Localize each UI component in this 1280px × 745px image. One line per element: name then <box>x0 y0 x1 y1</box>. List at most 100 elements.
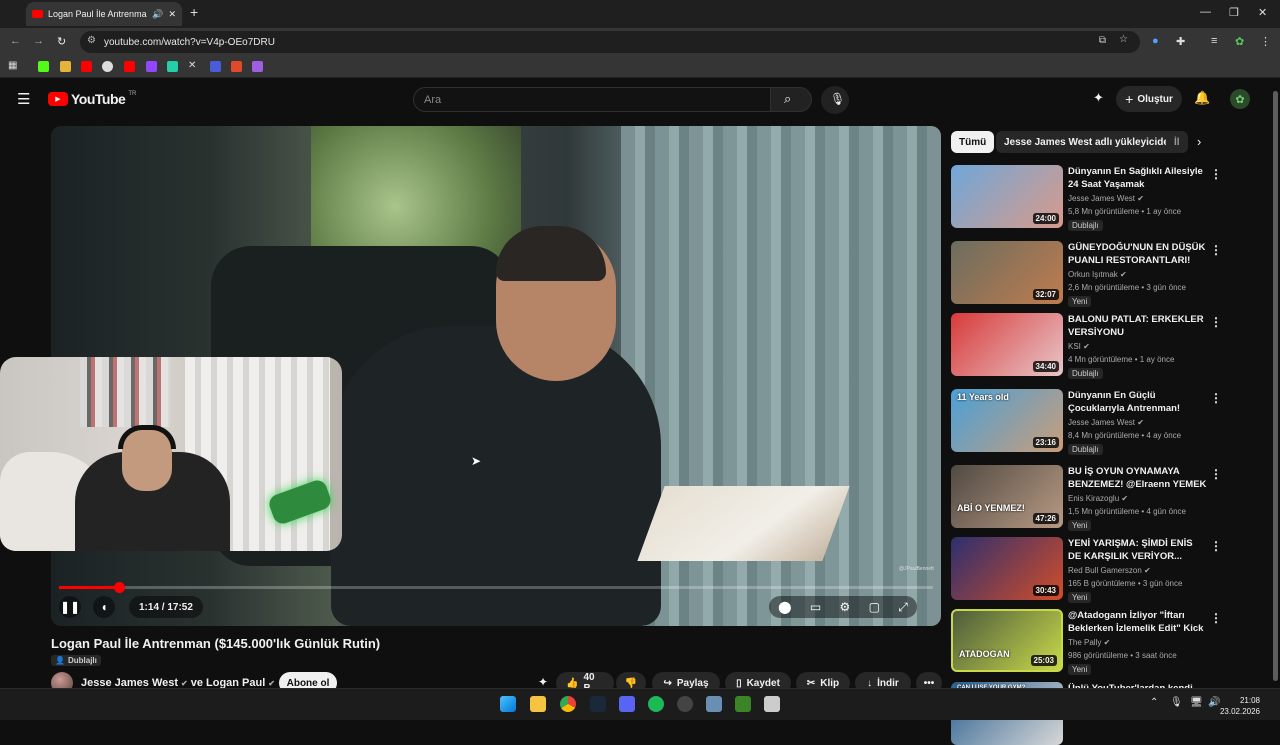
recommendation-thumbnail[interactable]: 11 Years old 23:16 <box>951 389 1063 452</box>
network-icon[interactable]: 🖥 <box>1190 697 1203 708</box>
media-control-icon[interactable]: ≡ <box>1211 35 1217 47</box>
forward-icon[interactable]: → <box>33 35 44 47</box>
more-options-icon[interactable]: ⋮ <box>1210 167 1222 181</box>
recommendation-channel[interactable]: The Pally ✔ <box>1068 638 1110 647</box>
bookmark-icon[interactable] <box>210 61 221 72</box>
x-bookmark-icon[interactable]: ✕ <box>188 60 199 71</box>
reload-icon[interactable]: ↻ <box>57 35 66 48</box>
bookmark-icon[interactable] <box>60 61 71 72</box>
install-app-icon[interactable]: ⧉ <box>1099 35 1106 46</box>
profile-icon[interactable]: ✿ <box>1235 35 1244 48</box>
notifications-bell-icon[interactable]: 🔔 <box>1194 90 1210 106</box>
audio-playing-icon[interactable]: 🔊 <box>152 9 163 20</box>
start-windows-icon[interactable] <box>500 696 516 712</box>
recommendation-title[interactable]: GÜNEYDOĞU'NUN EN DÜŞÜK PUANLI RESTORANTL… <box>1068 241 1208 267</box>
apps-grid-icon[interactable]: ▦ <box>8 60 19 71</box>
recommendation-item[interactable]: 32:07 GÜNEYDOĞU'NUN EN DÜŞÜK PUANLI RESTO… <box>951 241 1222 307</box>
maximize-button[interactable]: ❐ <box>1229 6 1239 19</box>
minecraft-icon[interactable] <box>735 696 751 712</box>
volume-button[interactable]: ◖ <box>93 596 115 618</box>
more-options-icon[interactable]: ⋮ <box>1210 315 1222 329</box>
recommendation-channel[interactable]: Enis Kirazoglu ✔ <box>1068 494 1128 503</box>
spotify-icon[interactable] <box>648 696 664 712</box>
theater-mode-icon[interactable]: ▢ <box>869 600 880 614</box>
more-options-icon[interactable]: ⋮ <box>1210 611 1222 625</box>
recommendation-channel[interactable]: Orkun Işıtmak ✔ <box>1068 270 1127 279</box>
recommendation-channel[interactable]: Red Bull Gamerszon ✔ <box>1068 566 1151 575</box>
recommendation-thumbnail[interactable]: 24:00 <box>951 165 1063 228</box>
scrollbar-thumb[interactable] <box>1273 91 1278 681</box>
more-options-icon[interactable]: ⋮ <box>1210 467 1222 481</box>
progress-bar[interactable] <box>59 582 933 593</box>
settings-gear-icon[interactable]: ⚙ <box>840 600 851 614</box>
recommendation-item[interactable]: 34:40 BALONU PATLAT: ERKEKLER VERSİYONU KS… <box>951 313 1222 379</box>
recommendation-item[interactable]: ABİ O YENMEZ! 47:26 BU İŞ OYUN OYNAMAYA BE… <box>951 465 1222 531</box>
account-avatar[interactable]: ✿ <box>1230 89 1250 109</box>
tab-close-icon[interactable]: ✕ <box>168 9 176 20</box>
premium-sparkle-icon[interactable]: ✦ <box>1093 90 1104 106</box>
recommendation-title[interactable]: @Atadogann İzliyor "İftarı Beklerken İzl… <box>1068 609 1208 635</box>
chip-related[interactable]: İl <box>1166 131 1188 153</box>
bookmark-icon[interactable] <box>252 61 263 72</box>
recommendation-channel[interactable]: Jesse James West ✔ <box>1068 418 1144 427</box>
twitch-bookmark-icon[interactable] <box>146 61 157 72</box>
youtube-bookmark-icon[interactable] <box>81 61 92 72</box>
file-explorer-icon[interactable] <box>530 696 546 712</box>
more-options-icon[interactable]: ⋮ <box>1210 539 1222 553</box>
recommendation-thumbnail[interactable]: 30:43 <box>951 537 1063 600</box>
recommendation-item[interactable]: 30:43 YENİ YARIŞMA: ŞİMDİ ENİS DE KARŞILI… <box>951 537 1222 603</box>
autoplay-toggle-icon[interactable]: ⬤ <box>778 600 791 614</box>
recommendation-item[interactable]: ATADOGAN 25:03 @Atadogann İzliyor "İftarı … <box>951 609 1222 675</box>
voice-search-button[interactable]: 🎙 <box>821 86 849 114</box>
search-button[interactable]: ⌕ <box>770 87 812 112</box>
chevron-right-icon[interactable]: › <box>1197 134 1201 149</box>
back-icon[interactable]: ← <box>10 35 21 47</box>
bookmark-icon[interactable] <box>231 61 242 72</box>
recommendation-item[interactable]: 24:00 Dünyanın En Sağlıklı Ailesiyle 24 S… <box>951 165 1222 231</box>
chrome-menu-icon[interactable]: ⋮ <box>1260 35 1271 48</box>
tray-mic-icon[interactable]: 🎙 <box>1170 697 1183 708</box>
system-clock[interactable]: 21:08 23.02.2026 <box>1220 695 1260 717</box>
bookmark-icon[interactable] <box>167 61 178 72</box>
app-icon[interactable] <box>677 696 693 712</box>
recommendation-thumbnail[interactable]: ATADOGAN 25:03 <box>951 609 1063 672</box>
create-button[interactable]: + Oluştur <box>1116 86 1182 112</box>
subtitles-icon[interactable]: ▭ <box>810 600 821 614</box>
more-options-icon[interactable]: ⋮ <box>1210 391 1222 405</box>
chip-all[interactable]: Tümü <box>951 131 995 153</box>
browser-tab[interactable]: Logan Paul İle Antrenman ( 🔊 ✕ <box>26 2 182 26</box>
recommendation-title[interactable]: BU İŞ OYUN OYNAMAYA BENZEMEZ! @Elraenn Y… <box>1068 465 1208 491</box>
address-bar[interactable]: ⚙ youtube.com/watch?v=V4p-OEo7DRU ⧉ ☆ <box>80 31 1140 53</box>
window-close-button[interactable]: ✕ <box>1258 6 1267 19</box>
ask-sparkle-icon[interactable]: ✦ <box>538 675 548 689</box>
recommendation-thumbnail[interactable]: 34:40 <box>951 313 1063 376</box>
recommendation-item[interactable]: 11 Years old 23:16 Dünyanın En Güçlü Çocuk… <box>951 389 1222 455</box>
pause-button[interactable]: ❚❚ <box>59 596 81 618</box>
discord-icon[interactable] <box>619 696 635 712</box>
bookmark-star-icon[interactable]: ☆ <box>1119 34 1128 45</box>
menu-icon[interactable]: ☰ <box>17 90 30 108</box>
app-icon[interactable] <box>764 696 780 712</box>
progress-scrubber[interactable] <box>114 582 126 593</box>
recommendation-title[interactable]: YENİ YARIŞMA: ŞİMDİ ENİS DE KARŞILIK VER… <box>1068 537 1208 563</box>
youtube-bookmark-icon[interactable] <box>124 61 135 72</box>
recommendation-channel[interactable]: KSI ✔ <box>1068 342 1090 351</box>
steam-icon[interactable] <box>590 696 606 712</box>
bookmark-icon[interactable] <box>102 61 113 72</box>
recommendation-thumbnail[interactable]: ABİ O YENMEZ! 47:26 <box>951 465 1063 528</box>
new-tab-button[interactable]: + <box>190 4 198 20</box>
recommendation-title[interactable]: Dünyanın En Sağlıklı Ailesiyle 24 Saat Y… <box>1068 165 1208 191</box>
recommendation-channel[interactable]: Jesse James West ✔ <box>1068 194 1144 203</box>
more-options-icon[interactable]: ⋮ <box>1210 243 1222 257</box>
search-input[interactable]: Ara <box>413 87 771 112</box>
tray-chevron-icon[interactable]: ⌃ <box>1150 697 1158 708</box>
volume-tray-icon[interactable]: 🔊 <box>1208 697 1220 708</box>
chip-uploader[interactable]: Jesse James West adlı yükleyiciden <box>996 131 1184 153</box>
site-info-icon[interactable]: ⚙ <box>87 35 96 46</box>
extension-icon[interactable]: ● <box>1152 35 1159 47</box>
extensions-puzzle-icon[interactable]: ✚ <box>1176 35 1185 48</box>
app-icon[interactable] <box>706 696 722 712</box>
fullscreen-icon[interactable]: ⤢ <box>898 600 908 615</box>
youtube-logo[interactable]: ▶ YouTube TR <box>48 91 136 107</box>
kick-bookmark-icon[interactable] <box>38 61 49 72</box>
